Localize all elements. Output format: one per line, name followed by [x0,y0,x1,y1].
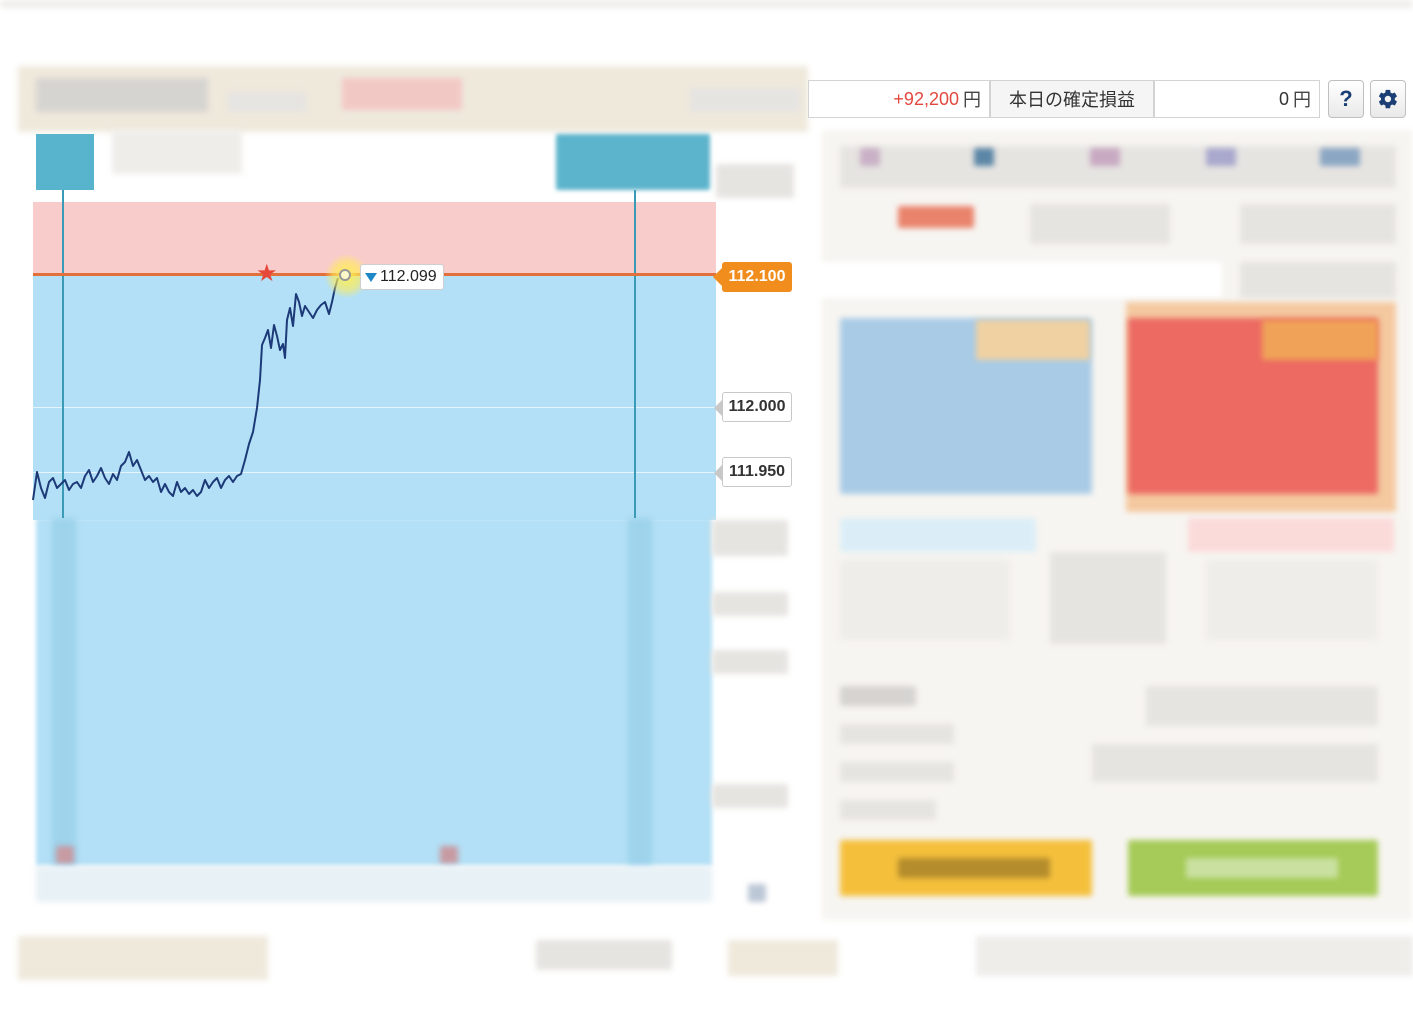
amount-left [840,560,1010,640]
amount-right [1206,560,1378,640]
realized-today-label-cell: 本日の確定損益 [990,80,1154,118]
low-payout [1188,518,1394,552]
realized-today-field: 0 円 [1154,80,1320,118]
realized-today-label: 本日の確定損益 [1009,90,1135,110]
info-strip-right [1240,262,1396,298]
chart-lower-area [36,518,712,866]
time-marker-2 [440,846,458,864]
summary-value-1 [1146,686,1378,726]
axis-tag-111950: 111.950 [714,457,792,487]
order-button-green-label [1186,858,1338,878]
price-line [32,277,339,501]
help-icon: ? [1339,86,1353,111]
amount-control[interactable] [1050,552,1166,644]
axis-blur-1 [712,520,788,556]
period-info-1 [1030,204,1170,244]
gear-icon [1378,89,1397,109]
order-button-yellow-label [898,858,1050,878]
current-price-label: 112.099 [360,264,444,290]
axis-value-111950: 111.950 [728,463,786,480]
high-payout [840,518,1036,552]
target-rate-value: 112.100 [728,268,786,285]
help-button[interactable]: ? [1328,80,1364,118]
footer-panel [976,936,1413,976]
summary-label-2 [840,724,954,744]
tab-flag-5 [1320,148,1360,166]
summary-label-3 [840,762,954,782]
summary-label-4 [840,800,936,820]
unrealized-pl-field: +92,200 円 [808,80,990,118]
unrealized-pl-value: +92,200 [893,88,959,109]
unrealized-pl-unit: 円 [963,90,981,110]
settings-button[interactable] [1370,80,1406,118]
axis-value-112000: 112.000 [728,398,786,415]
star-icon: ★ [256,260,278,287]
footer-left [18,936,268,980]
low-option-header [1262,320,1378,360]
time-axis [36,866,712,902]
target-rate-tag: 112.100 [713,262,792,292]
start-column-blur [52,518,76,866]
axis-blur-4 [712,784,788,808]
footer-mid [536,940,672,970]
realized-today-unit: 円 [1293,90,1311,110]
tab-flag-2 [974,148,994,166]
footer-right [728,940,838,976]
tab-flag-3 [1090,148,1120,166]
current-price-value: 112.099 [380,268,437,285]
axis-tag-112000: 112.000 [714,392,792,422]
info-strip [810,262,1222,298]
summary-value-3 [1092,744,1378,782]
down-arrow-icon [365,272,377,282]
high-option-header [976,320,1090,360]
current-price-dot [339,269,351,281]
axis-top-label [716,164,794,198]
period-badge [898,206,974,228]
axis-blur-5 [748,884,766,902]
summary-label-1 [840,686,916,706]
axis-blur-3 [712,650,788,674]
period-info-2 [1240,204,1396,244]
tab-flag-4 [1206,148,1236,166]
tab-flag-1 [860,148,880,166]
realized-today-value: 0 [1278,88,1289,109]
end-column-blur [628,518,652,866]
time-marker-1 [56,846,74,864]
axis-blur-2 [712,592,788,616]
